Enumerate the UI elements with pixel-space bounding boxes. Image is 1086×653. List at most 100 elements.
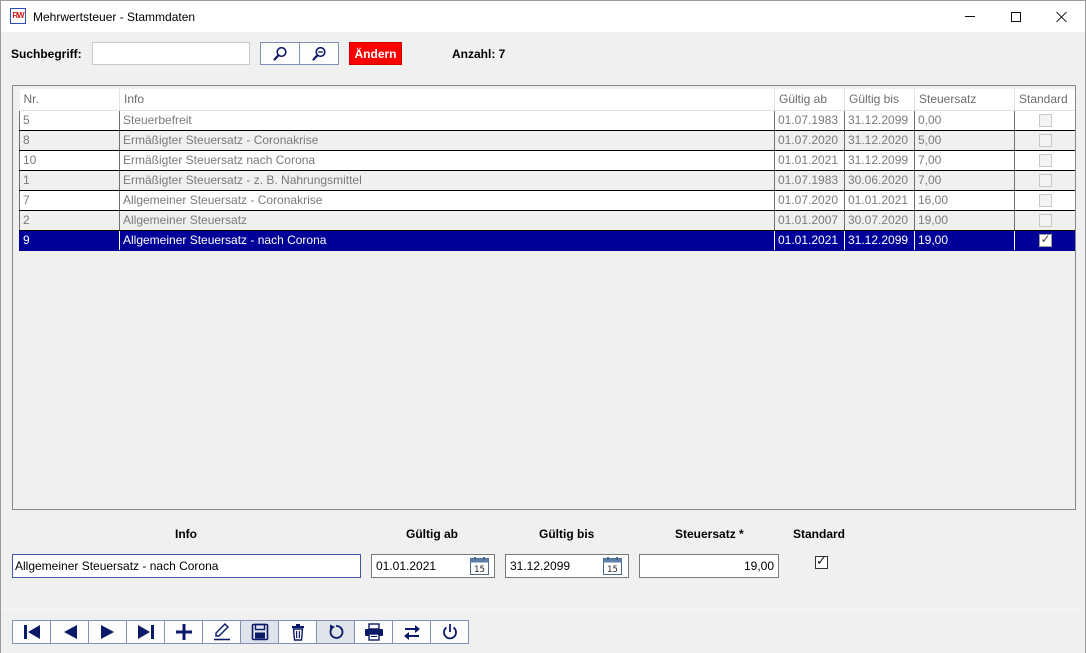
app-logo-text: RW [12,11,24,20]
search-button[interactable] [260,42,300,65]
change-button[interactable]: Ändern [349,42,402,65]
cell-info: Allgemeiner Steuersatz - Coronakrise [119,190,775,211]
cell-standard [1014,210,1075,231]
records-grid[interactable]: Nr. Info Gültig ab Gültig bis Steuersatz… [12,85,1076,510]
minimize-button[interactable] [947,1,993,32]
cell-standard [1014,150,1075,171]
window-title: Mehrwertsteuer - Stammdaten [33,10,196,24]
cell-standard [1014,130,1075,151]
main-window: RW Mehrwertsteuer - Stammdaten Suchbegri… [0,0,1086,653]
cell-nr: 1 [19,170,120,191]
cell-valid-from: 01.01.2021 [774,230,845,251]
power-button[interactable] [430,620,469,644]
cell-standard [1014,190,1075,211]
printer-icon [364,623,383,641]
refresh-icon [329,624,343,639]
standard-checkbox [1038,174,1052,188]
table-row[interactable]: 5 Steuerbefreit 01.07.1983 31.12.2099 0,… [19,110,1075,131]
app-logo-icon: RW [10,8,26,24]
cell-valid-to: 30.07.2020 [844,210,915,231]
column-header-info[interactable]: Info [119,89,775,111]
table-row[interactable]: 7 Allgemeiner Steuersatz - Coronakrise 0… [19,190,1075,211]
print-button[interactable] [354,620,393,644]
search-input[interactable] [92,42,250,65]
records-table: Nr. Info Gültig ab Gültig bis Steuersatz… [19,89,1075,251]
calendar-icon[interactable]: 15 [603,557,622,575]
column-header-standard[interactable]: Standard [1014,89,1075,111]
table-row[interactable]: 8 Ermäßigter Steuersatz - Coronakrise 01… [19,130,1075,151]
cell-valid-to: 31.12.2099 [844,150,915,171]
standard-label: Standard [793,527,846,541]
refresh-button[interactable] [316,620,355,644]
maximize-button[interactable] [993,1,1039,32]
cell-tax-rate: 7,00 [914,150,1015,171]
cell-standard [1014,170,1075,191]
cell-tax-rate: 19,00 [914,210,1015,231]
title-bar: RW Mehrwertsteuer - Stammdaten [1,1,1085,32]
column-header-valid-to[interactable]: Gültig bis [844,89,915,111]
add-record-button[interactable] [164,620,203,644]
trash-icon [291,624,304,641]
table-row[interactable]: 2 Allgemeiner Steuersatz 01.01.2007 30.0… [19,210,1075,231]
cell-valid-to: 31.12.2099 [844,110,915,131]
cell-nr: 7 [19,190,120,211]
cell-nr: 5 [19,110,120,131]
save-record-button[interactable] [240,620,279,644]
standard-checkbox [1038,134,1052,148]
calendar-icon[interactable]: 15 [470,557,489,575]
triangle-right-icon [100,625,114,639]
first-record-button[interactable] [12,620,51,644]
close-button[interactable] [1039,1,1085,32]
cell-tax-rate: 7,00 [914,170,1015,191]
table-row[interactable]: 1 Ermäßigter Steuersatz - z. B. Nahrungs… [19,170,1075,191]
cell-info: Ermäßigter Steuersatz - Coronakrise [119,130,775,151]
floppy-icon [251,623,268,641]
minimize-icon [965,16,975,17]
previous-record-button[interactable] [50,620,89,644]
cell-valid-from: 01.07.2020 [774,190,845,211]
cell-standard [1014,110,1075,131]
standard-checkbox [1038,214,1052,228]
calendar-day-text: 15 [607,565,618,575]
last-record-button[interactable] [126,620,165,644]
standard-checkbox [1038,114,1052,128]
pencil-icon [213,623,230,641]
cell-nr: 9 [19,230,120,251]
table-row[interactable]: 10 Ermäßigter Steuersatz nach Corona 01.… [19,150,1075,171]
plus-icon [175,624,192,640]
standard-checkbox [1038,154,1052,168]
cell-valid-to: 31.12.2020 [844,130,915,151]
delete-record-button[interactable] [278,620,317,644]
column-header-tax-rate[interactable]: Steuersatz [914,89,1015,111]
standard-checkbox-checked [1038,232,1052,248]
cell-valid-to: 31.12.2099 [844,230,915,251]
cell-valid-to: 30.06.2020 [844,170,915,191]
cell-info: Steuerbefreit [119,110,775,131]
search-label: Suchbegriff: [11,47,82,61]
navigation-toolbar [12,620,469,644]
standard-checkbox[interactable] [815,554,828,569]
cell-info: Allgemeiner Steuersatz - nach Corona [119,230,775,251]
table-row-selected[interactable]: 9 Allgemeiner Steuersatz - nach Corona 0… [19,230,1075,251]
cell-tax-rate: 16,00 [914,190,1015,211]
magnifier-icon [273,46,287,61]
clear-search-button[interactable] [299,42,339,65]
swap-button[interactable] [392,620,431,644]
next-record-button[interactable] [88,620,127,644]
standard-checkbox [1038,194,1052,208]
column-header-nr[interactable]: Nr. [19,89,120,111]
column-header-valid-from[interactable]: Gültig ab [774,89,845,111]
tax-rate-field[interactable] [639,554,779,578]
cell-tax-rate: 5,00 [914,130,1015,151]
edit-record-button[interactable] [202,620,241,644]
swap-arrows-icon [403,625,420,640]
cell-nr: 8 [19,130,120,151]
cell-valid-from: 01.01.2021 [774,150,845,171]
cell-tax-rate: 0,00 [914,110,1015,131]
tax-rate-label: Steuersatz * [675,527,744,541]
cell-valid-from: 01.01.2007 [774,210,845,231]
record-count: Anzahl: 7 [452,47,506,61]
info-field[interactable] [12,554,361,578]
cell-valid-to: 01.01.2021 [844,190,915,211]
cell-tax-rate: 19,00 [914,230,1015,251]
